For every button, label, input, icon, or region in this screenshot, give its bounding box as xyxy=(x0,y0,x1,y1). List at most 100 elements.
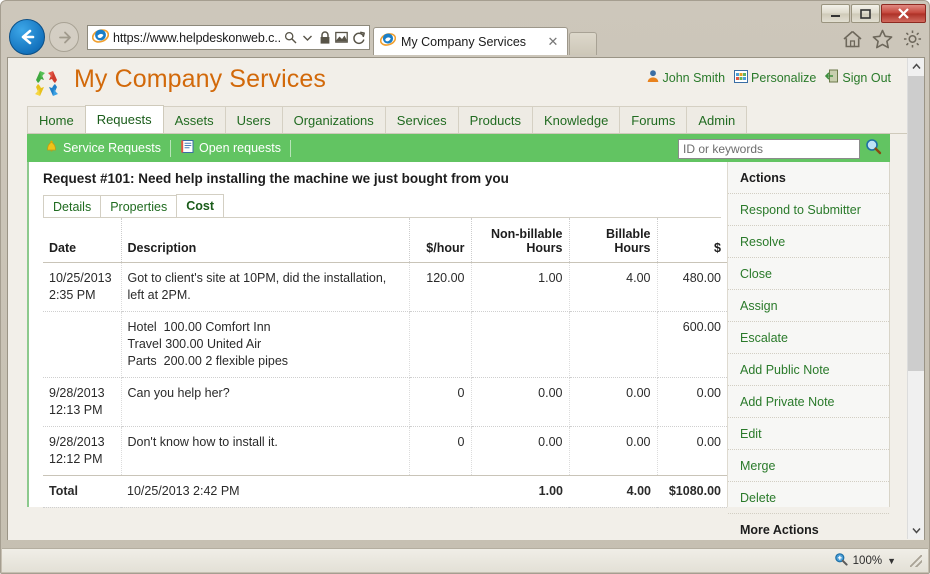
personalize-link[interactable]: Personalize xyxy=(734,69,816,86)
tab-details[interactable]: Details xyxy=(43,195,102,217)
main-navigation: Home Requests Assets Users Organizations… xyxy=(27,105,909,134)
action-close[interactable]: Close xyxy=(728,258,889,290)
cell-amount: 480.00 xyxy=(657,262,727,312)
zoom-magnifier-icon xyxy=(834,552,848,569)
cell-date xyxy=(43,311,122,378)
total-label: Total xyxy=(43,475,121,508)
column-header-amount: $ xyxy=(657,218,727,263)
bell-icon xyxy=(44,139,59,157)
nav-tab-users[interactable]: Users xyxy=(224,106,283,133)
total-billable: 4.00 xyxy=(569,475,657,508)
compatibility-view-icon[interactable] xyxy=(333,27,350,48)
nav-tab-knowledge[interactable]: Knowledge xyxy=(531,106,621,133)
cell-description: Don't know how to install it. xyxy=(121,426,410,476)
sign-out-icon xyxy=(825,69,839,86)
sign-out-link[interactable]: Sign Out xyxy=(825,69,891,86)
subnav-open-requests[interactable]: Open requests xyxy=(171,134,290,162)
nav-tab-forums[interactable]: Forums xyxy=(619,106,688,133)
cell-billable: 0.00 xyxy=(569,377,658,427)
refresh-icon[interactable] xyxy=(350,27,367,48)
search-icon[interactable] xyxy=(865,138,882,160)
app-logo-icon xyxy=(30,68,64,100)
new-tab-button[interactable] xyxy=(569,32,597,55)
vertical-scrollbar[interactable] xyxy=(907,58,924,539)
action-resolve[interactable]: Resolve xyxy=(728,226,889,258)
table-total-row: Total 10/25/2013 2:42 PM 1.00 4.00 $1080… xyxy=(43,475,727,508)
tab-title: My Company Services xyxy=(401,34,527,49)
web-application: My Company Services John Smith Personali… xyxy=(8,58,909,539)
nav-tab-organizations[interactable]: Organizations xyxy=(281,106,386,133)
zoom-control[interactable]: 100% ▼ xyxy=(826,552,904,569)
action-delete[interactable]: Delete xyxy=(728,482,889,514)
nav-tab-admin[interactable]: Admin xyxy=(686,106,748,133)
table-row[interactable]: 9/28/2013 12:12 PM Don't know how to ins… xyxy=(43,426,727,476)
scrollbar-thumb[interactable] xyxy=(908,76,924,371)
nav-tab-requests[interactable]: Requests xyxy=(84,105,164,133)
resize-grip[interactable] xyxy=(910,554,922,567)
tools-gear-icon[interactable] xyxy=(902,29,923,50)
nav-tab-home[interactable]: Home xyxy=(27,106,86,133)
cell-billable xyxy=(569,311,658,378)
scroll-up-icon[interactable] xyxy=(908,58,924,75)
table-header-row: Date Description $/hour Non-billable Hou… xyxy=(43,218,727,263)
column-header-date: Date xyxy=(43,218,122,263)
actions-panel: Actions Respond to Submitter Resolve Clo… xyxy=(727,162,889,537)
maximize-button[interactable] xyxy=(851,4,880,23)
cell-nonbillable: 1.00 xyxy=(471,262,570,312)
browser-tab[interactable]: My Company Services ✕ xyxy=(373,27,568,55)
search-icon[interactable] xyxy=(282,27,299,48)
forward-button[interactable] xyxy=(49,22,79,52)
close-button[interactable] xyxy=(881,4,926,23)
total-rate xyxy=(409,475,471,508)
column-header-nonbillable-hours: Non-billable Hours xyxy=(471,218,570,263)
cell-date: 9/28/2013 12:12 PM xyxy=(43,426,122,476)
nav-tab-products[interactable]: Products xyxy=(457,106,533,133)
user-account-link[interactable]: John Smith xyxy=(646,69,725,86)
back-button[interactable] xyxy=(9,19,45,55)
action-respond-to-submitter[interactable]: Respond to Submitter xyxy=(728,194,889,226)
action-add-public-note[interactable]: Add Public Note xyxy=(728,354,889,386)
column-header-description: Description xyxy=(121,218,410,263)
table-row[interactable]: 10/25/2013 2:35 PM Got to client's site … xyxy=(43,262,727,312)
dropdown-caret-icon[interactable] xyxy=(299,27,316,48)
request-sub-tabs: Details Properties Cost xyxy=(43,194,721,218)
action-assign[interactable]: Assign xyxy=(728,290,889,322)
favorites-star-icon[interactable] xyxy=(872,29,893,50)
action-add-private-note[interactable]: Add Private Note xyxy=(728,386,889,418)
table-row[interactable]: 9/28/2013 12:13 PM Can you help her? 0 0… xyxy=(43,377,727,427)
tab-properties[interactable]: Properties xyxy=(100,195,178,217)
cell-billable: 4.00 xyxy=(569,262,658,312)
subnav-service-requests[interactable]: Service Requests xyxy=(35,134,170,162)
minimize-button[interactable] xyxy=(821,4,850,23)
status-bar: 100% ▼ xyxy=(2,548,928,572)
cell-amount: 0.00 xyxy=(657,377,727,427)
cell-date: 10/25/2013 2:35 PM xyxy=(43,262,122,312)
column-header-rate: $/hour xyxy=(409,218,472,263)
cell-date: 9/28/2013 12:13 PM xyxy=(43,377,122,427)
home-icon[interactable] xyxy=(842,29,863,50)
window-controls xyxy=(821,4,926,23)
cell-amount: 600.00 xyxy=(657,311,727,378)
cell-nonbillable: 0.00 xyxy=(471,426,570,476)
more-actions-title: More Actions xyxy=(728,514,889,539)
action-merge[interactable]: Merge xyxy=(728,450,889,482)
action-escalate[interactable]: Escalate xyxy=(728,322,889,354)
cell-rate: 0 xyxy=(409,377,472,427)
sub-navigation-bar: Service Requests Open requests xyxy=(27,134,890,162)
address-bar[interactable]: https://www.helpdeskonweb.c... xyxy=(87,25,370,50)
nav-tab-assets[interactable]: Assets xyxy=(162,106,226,133)
action-edit[interactable]: Edit xyxy=(728,418,889,450)
search-input[interactable] xyxy=(678,139,860,159)
forward-arrow-icon xyxy=(58,31,71,43)
scroll-down-icon[interactable] xyxy=(908,522,924,539)
table-row[interactable]: Hotel 100.00 Comfort Inn Travel 300.00 U… xyxy=(43,311,727,378)
nav-tab-services[interactable]: Services xyxy=(384,106,459,133)
column-header-billable-hours: Billable Hours xyxy=(569,218,658,263)
cell-nonbillable: 0.00 xyxy=(471,377,570,427)
chevron-down-icon[interactable]: ▼ xyxy=(887,556,896,566)
tab-cost[interactable]: Cost xyxy=(176,194,224,217)
sign-out-label: Sign Out xyxy=(842,70,891,85)
tab-close-icon[interactable]: ✕ xyxy=(545,34,561,50)
cell-nonbillable xyxy=(471,311,570,378)
total-timestamp: 10/25/2013 2:42 PM xyxy=(121,475,409,508)
